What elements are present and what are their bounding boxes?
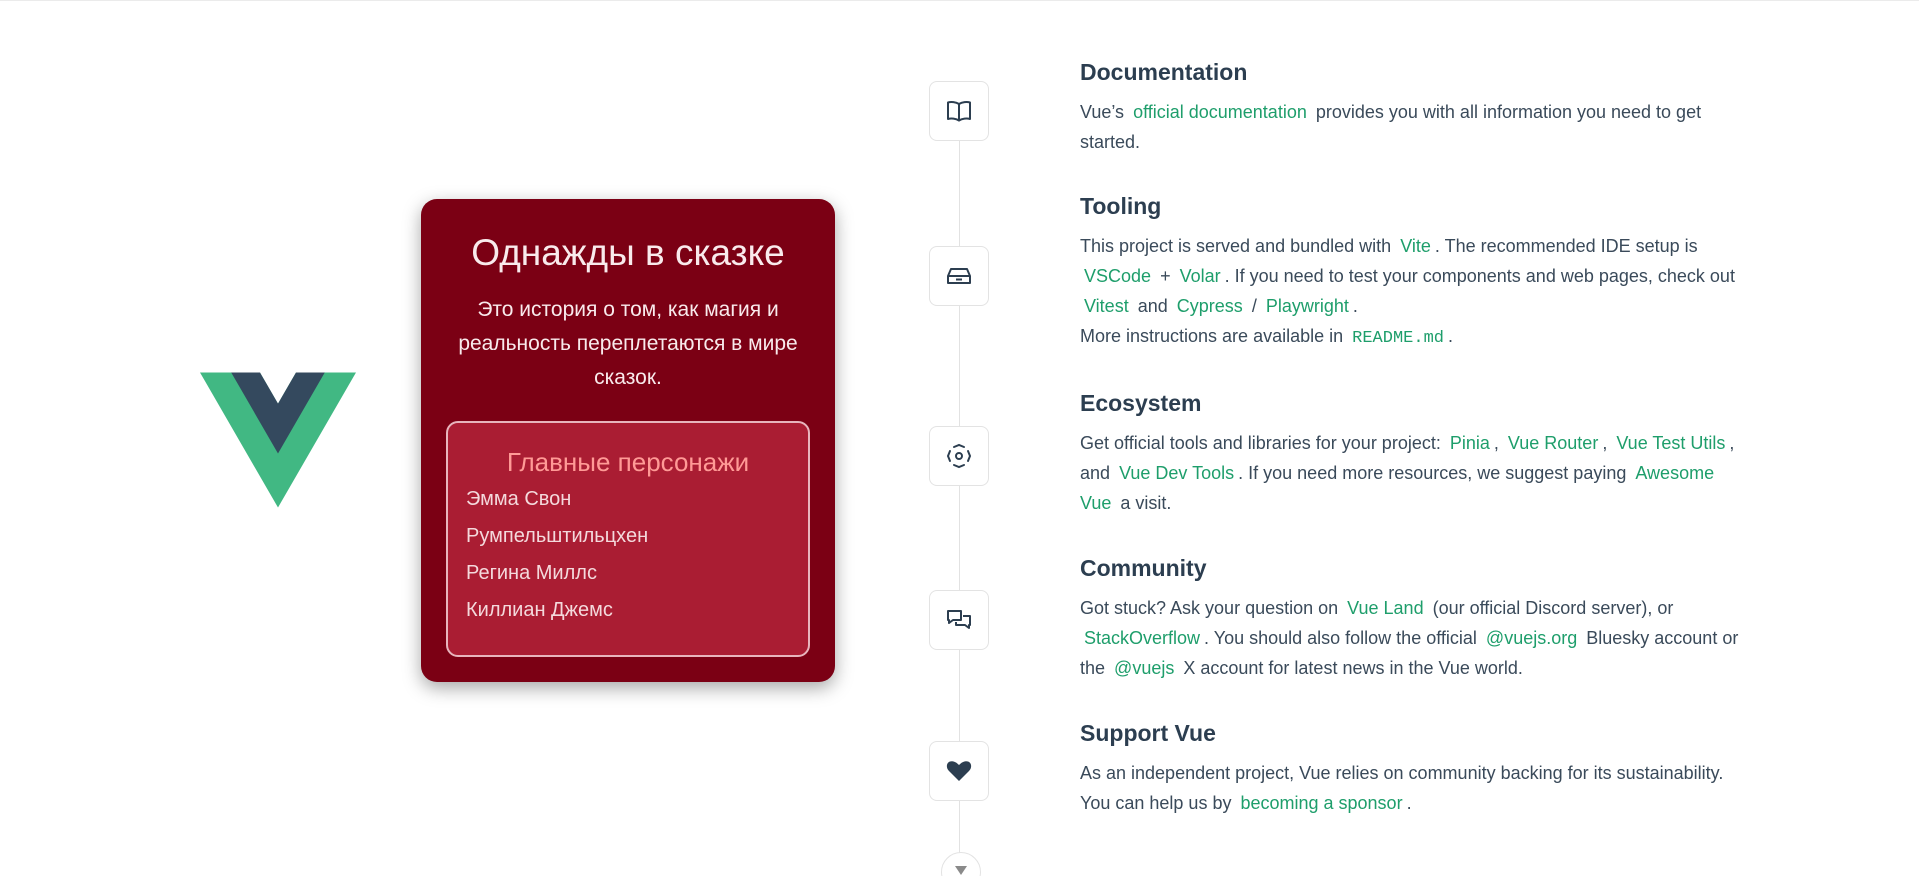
scroll-down-button[interactable] — [941, 852, 981, 876]
text-fragment: . If you need more resources, we suggest… — [1238, 463, 1627, 483]
chevron-down-icon — [955, 866, 967, 875]
character-item: Румпельштильцхен — [466, 525, 649, 547]
volar-link[interactable]: Volar — [1176, 266, 1225, 286]
becoming-a-sponsor-link[interactable]: becoming a sponsor — [1236, 793, 1406, 813]
community-icon-box — [929, 590, 989, 650]
ecosystem-icon-box — [929, 426, 989, 486]
cypress-link[interactable]: Cypress — [1173, 296, 1247, 316]
chat-icon — [947, 610, 971, 629]
tooling-section: Tooling This project is served and bundl… — [1080, 191, 1740, 354]
tooling-icon-box — [929, 246, 989, 306]
text-fragment: a visit. — [1120, 493, 1172, 513]
story-title: Однажды в сказке — [471, 232, 785, 273]
vite-link[interactable]: Vite — [1396, 236, 1435, 256]
text-fragment: More instructions are available in — [1080, 326, 1344, 346]
text-fragment: . If you need to test your components an… — [1224, 266, 1735, 286]
vscode-link[interactable]: VSCode — [1080, 266, 1155, 286]
community-heading: Community — [1080, 555, 1207, 581]
text-fragment: . The recommended IDE setup is — [1434, 236, 1698, 256]
playwright-link[interactable]: Playwright — [1262, 296, 1353, 316]
text-fragment: (our official Discord server), or — [1432, 598, 1674, 618]
vue-router-link[interactable]: Vue Router — [1504, 433, 1602, 453]
ecosystem-icon — [946, 443, 972, 469]
pinia-link[interactable]: Pinia — [1446, 433, 1494, 453]
text-fragment: . — [1406, 793, 1412, 813]
page: Однажды в сказке Это история о том, как … — [0, 0, 1919, 876]
text-fragment: X account for latest news in the Vue wor… — [1183, 658, 1523, 678]
support-icon-box — [929, 741, 989, 801]
stackoverflow-link[interactable]: StackOverflow — [1080, 628, 1204, 648]
vue-dev-tools-link[interactable]: Vue Dev Tools — [1115, 463, 1238, 483]
vue-test-utils-link[interactable]: Vue Test Utils — [1612, 433, 1729, 453]
documentation-icon-box — [929, 81, 989, 141]
vitest-link[interactable]: Vitest — [1080, 296, 1133, 316]
story-description: Это история о том, как магия и реальност… — [458, 298, 798, 389]
characters-box: Главные персонажи Эмма Свон Румпельштиль… — [446, 421, 810, 657]
text-fragment: . You should also follow the official — [1204, 628, 1477, 648]
community-text: Got stuck? Ask your question on Vue Land… — [1080, 593, 1740, 683]
x-account-link[interactable]: @vuejs — [1110, 658, 1178, 678]
text-fragment: , — [1602, 433, 1608, 453]
text-fragment: . — [1447, 326, 1453, 346]
readme-code: README.md — [1352, 329, 1444, 348]
support-section: Support Vue As an independent project, V… — [1080, 718, 1740, 818]
text-fragment: . — [1352, 296, 1358, 316]
heart-icon — [946, 761, 972, 781]
book-icon — [947, 101, 971, 122]
tools-icon — [947, 268, 971, 284]
text-fragment: This project is served and bundled with — [1080, 236, 1392, 256]
community-section: Community Got stuck? Ask your question o… — [1080, 553, 1740, 683]
tooling-text: This project is served and bundled with … — [1080, 231, 1740, 354]
story-card: Однажды в сказке Это история о том, как … — [421, 199, 835, 682]
top-divider — [0, 0, 1919, 1]
ecosystem-text: Get official tools and libraries for you… — [1080, 428, 1740, 518]
support-text: As an independent project, Vue relies on… — [1080, 758, 1740, 818]
tooling-heading: Tooling — [1080, 193, 1162, 219]
characters-list: Эмма Свон Румпельштильцхен Регина Миллс … — [466, 481, 790, 629]
text-fragment: Got stuck? Ask your question on — [1080, 598, 1339, 618]
text-fragment: and — [1137, 296, 1168, 316]
text-fragment: + — [1160, 266, 1171, 286]
vue-land-link[interactable]: Vue Land — [1343, 598, 1427, 618]
character-item: Эмма Свон — [466, 488, 572, 510]
text-fragment: , — [1493, 433, 1499, 453]
text-fragment: / — [1251, 296, 1257, 316]
vue-logo — [200, 372, 356, 508]
text-fragment: Vue’s — [1080, 102, 1125, 122]
character-item: Регина Миллс — [466, 562, 597, 584]
support-heading: Support Vue — [1080, 720, 1216, 746]
documentation-heading: Documentation — [1080, 59, 1248, 85]
text-fragment: Get official tools and libraries for you… — [1080, 433, 1441, 453]
ecosystem-section: Ecosystem Get official tools and librari… — [1080, 388, 1740, 518]
character-item: Киллиан Джемс — [466, 599, 613, 621]
documentation-text: Vue’s official documentation provides yo… — [1080, 97, 1740, 157]
characters-title: Главные персонажи — [506, 447, 750, 477]
ecosystem-heading: Ecosystem — [1080, 390, 1202, 416]
bluesky-link[interactable]: @vuejs.org — [1482, 628, 1581, 648]
official-documentation-link[interactable]: official documentation — [1129, 102, 1311, 122]
documentation-section: Documentation Vue’s official documentati… — [1080, 57, 1740, 157]
